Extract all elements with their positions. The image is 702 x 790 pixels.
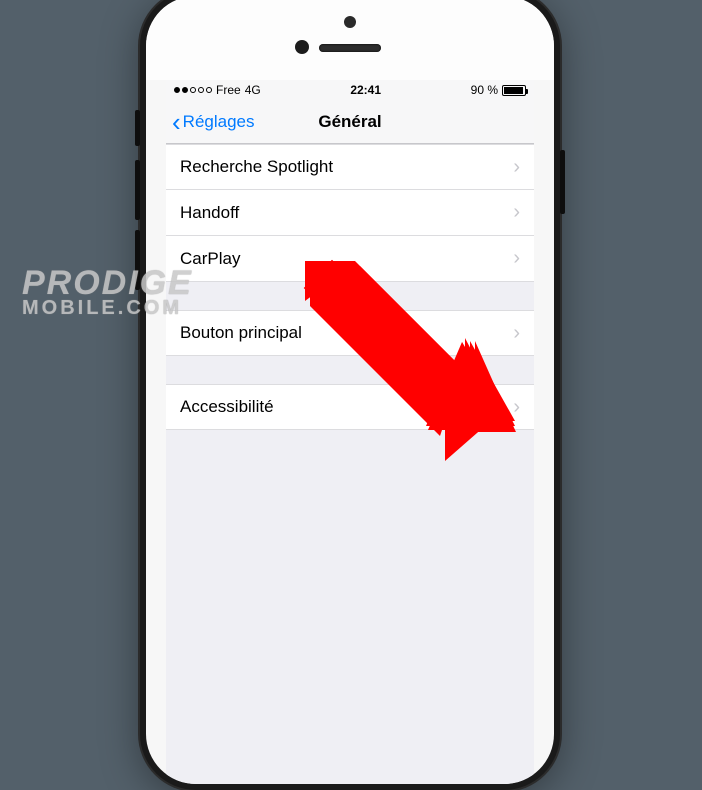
chevron-right-icon: ›	[513, 322, 520, 345]
proximity-sensor-icon	[295, 40, 309, 54]
chevron-right-icon: ›	[513, 396, 520, 419]
chevron-right-icon: ›	[513, 201, 520, 224]
settings-group-1: Recherche Spotlight › Handoff › CarPlay …	[166, 144, 534, 282]
row-handoff[interactable]: Handoff ›	[166, 190, 534, 236]
earpiece-speaker-icon	[319, 44, 381, 52]
cell-label: Handoff	[180, 203, 239, 223]
back-label: Réglages	[183, 112, 255, 132]
phone-top-bezel	[146, 0, 554, 80]
power-button	[560, 150, 565, 214]
network-label: 4G	[245, 83, 261, 97]
chevron-left-icon: ‹	[172, 109, 181, 135]
status-bar: Free 4G 22:41 90 %	[166, 80, 534, 100]
row-recherche-spotlight[interactable]: Recherche Spotlight ›	[166, 144, 534, 190]
row-accessibilite[interactable]: Accessibilité ›	[166, 384, 534, 430]
battery-percent-label: 90 %	[471, 83, 498, 97]
back-button[interactable]: ‹ Réglages	[166, 109, 255, 135]
chevron-right-icon: ›	[513, 156, 520, 179]
cell-label: Bouton principal	[180, 323, 302, 343]
clock-label: 22:41	[265, 83, 467, 97]
signal-strength-icon	[174, 87, 212, 93]
battery-icon	[502, 85, 526, 96]
volume-up-button	[135, 160, 140, 220]
phone-bezel: Free 4G 22:41 90 % ‹ Réglages Général Re…	[146, 0, 554, 784]
chevron-right-icon: ›	[513, 247, 520, 270]
cell-label: Accessibilité	[180, 397, 274, 417]
phone-frame: Free 4G 22:41 90 % ‹ Réglages Général Re…	[140, 0, 560, 790]
status-right: 90 %	[471, 83, 526, 97]
mute-switch	[135, 110, 140, 146]
volume-down-button	[135, 230, 140, 290]
row-carplay[interactable]: CarPlay ›	[166, 236, 534, 282]
screen: Free 4G 22:41 90 % ‹ Réglages Général Re…	[166, 80, 534, 784]
carrier-label: Free	[216, 83, 241, 97]
cell-label: CarPlay	[180, 249, 240, 269]
navigation-bar: ‹ Réglages Général	[166, 100, 534, 144]
settings-group-3: Accessibilité ›	[166, 384, 534, 430]
cell-label: Recherche Spotlight	[180, 157, 333, 177]
settings-group-2: Bouton principal ›	[166, 310, 534, 356]
front-camera-icon	[344, 16, 356, 28]
row-bouton-principal[interactable]: Bouton principal ›	[166, 310, 534, 356]
